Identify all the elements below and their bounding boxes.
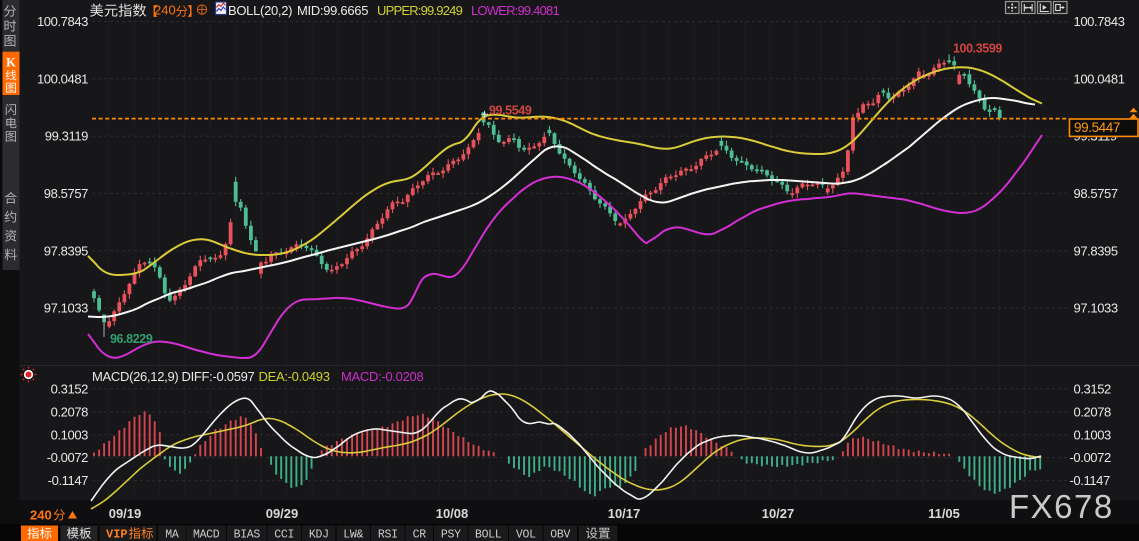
svg-text:09/19: 09/19 xyxy=(109,506,142,521)
svg-text:99.5549: 99.5549 xyxy=(489,104,532,118)
svg-text:VOL: VOL xyxy=(516,528,536,541)
svg-text:98.5757: 98.5757 xyxy=(1074,186,1118,201)
svg-text:-0.0072: -0.0072 xyxy=(47,450,88,465)
svg-text:MACD:-0.0208: MACD:-0.0208 xyxy=(341,369,423,384)
svg-text:RSI: RSI xyxy=(378,528,398,541)
svg-text:98.5757: 98.5757 xyxy=(44,186,88,201)
svg-text:LW&: LW& xyxy=(343,528,363,541)
svg-text:DIFF:-0.0597: DIFF:-0.0597 xyxy=(182,369,255,384)
svg-text:-0.1147: -0.1147 xyxy=(1070,473,1110,488)
svg-text:0.2078: 0.2078 xyxy=(51,404,89,419)
svg-text:-0.0072: -0.0072 xyxy=(1070,450,1111,465)
svg-text:CCI: CCI xyxy=(274,528,294,541)
svg-text:100.3599: 100.3599 xyxy=(953,42,1002,56)
svg-text:0.3152: 0.3152 xyxy=(1074,381,1112,396)
svg-text:FX678: FX678 xyxy=(1009,488,1114,525)
svg-text:97.8395: 97.8395 xyxy=(1074,243,1118,258)
svg-text:0.1003: 0.1003 xyxy=(1074,427,1112,442)
svg-text:240: 240 xyxy=(154,3,176,18)
svg-text:BIAS: BIAS xyxy=(234,528,261,541)
svg-text:97.1033: 97.1033 xyxy=(1074,301,1118,316)
svg-text:BOLL: BOLL xyxy=(475,528,502,541)
svg-text:MA: MA xyxy=(165,528,179,541)
svg-text:KDJ: KDJ xyxy=(309,528,329,541)
svg-text:MACD(26,12,9): MACD(26,12,9) xyxy=(92,369,178,384)
svg-text:97.1033: 97.1033 xyxy=(44,301,88,316)
svg-text:CR: CR xyxy=(413,528,427,541)
svg-text:97.8395: 97.8395 xyxy=(44,243,88,258)
svg-text:0.2078: 0.2078 xyxy=(1074,404,1112,419)
svg-text:10/17: 10/17 xyxy=(608,506,641,521)
svg-text:K: K xyxy=(6,56,16,70)
svg-text:100.0481: 100.0481 xyxy=(1074,71,1125,86)
svg-text:09/29: 09/29 xyxy=(266,506,299,521)
svg-text:11/05: 11/05 xyxy=(928,506,960,521)
svg-text:100.7843: 100.7843 xyxy=(1074,14,1125,29)
svg-text:0.1003: 0.1003 xyxy=(51,427,89,442)
svg-text:99.5447: 99.5447 xyxy=(1074,120,1120,135)
svg-text:-0.1147: -0.1147 xyxy=(48,473,88,488)
svg-text:UPPER:99.9249: UPPER:99.9249 xyxy=(377,3,463,18)
svg-text:MACD: MACD xyxy=(193,528,220,541)
svg-text:LOWER:99.4081: LOWER:99.4081 xyxy=(471,3,559,18)
svg-text:10/08: 10/08 xyxy=(436,506,469,521)
svg-text:100.7843: 100.7843 xyxy=(37,14,88,29)
svg-text:96.8229: 96.8229 xyxy=(110,332,153,346)
svg-text:240: 240 xyxy=(30,508,52,523)
svg-text:99.3119: 99.3119 xyxy=(45,129,88,144)
svg-text:10/27: 10/27 xyxy=(762,506,795,521)
svg-text:MID:99.6665: MID:99.6665 xyxy=(297,3,368,18)
svg-text:PSY: PSY xyxy=(441,528,461,541)
svg-text:OBV: OBV xyxy=(550,528,570,541)
svg-text:100.0481: 100.0481 xyxy=(37,71,88,86)
svg-text:VIP: VIP xyxy=(106,528,128,541)
svg-text:BOLL(20,2): BOLL(20,2) xyxy=(228,3,292,18)
svg-text:DEA:-0.0493: DEA:-0.0493 xyxy=(259,369,330,384)
svg-text:0.3152: 0.3152 xyxy=(51,381,89,396)
